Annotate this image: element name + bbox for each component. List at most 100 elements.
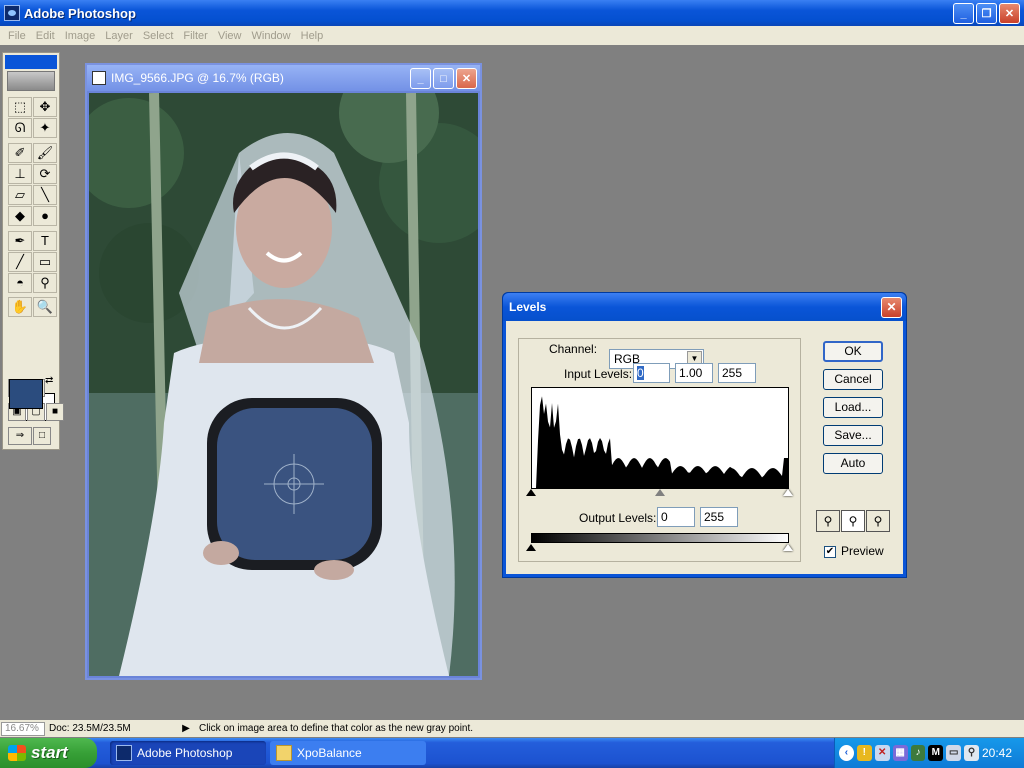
input-black-slider[interactable] xyxy=(526,489,536,496)
task-photoshop[interactable]: Adobe Photoshop xyxy=(110,741,266,765)
imageready-box-icon[interactable]: □ xyxy=(33,427,51,445)
cancel-button[interactable]: Cancel xyxy=(823,369,883,390)
input-gamma-slider[interactable] xyxy=(655,489,665,496)
preview-checkbox[interactable]: ✔ xyxy=(824,546,836,558)
close-button[interactable]: ✕ xyxy=(999,3,1020,24)
input-white-field[interactable]: 255 xyxy=(718,363,756,383)
full-screen-icon[interactable]: ■ xyxy=(46,403,64,421)
output-white-field[interactable]: 255 xyxy=(700,507,738,527)
line-tool-icon[interactable]: ╲ xyxy=(33,185,57,205)
app-tray-icon[interactable]: ♪ xyxy=(910,745,926,761)
levels-dialog: Levels ✕ Channel: RGB ▼ Input Levels: 0 … xyxy=(502,292,907,578)
app-title: Adobe Photoshop xyxy=(24,5,136,21)
document-icon xyxy=(92,71,106,85)
ok-button[interactable]: OK xyxy=(823,341,883,362)
histogram-shape xyxy=(532,396,788,488)
output-white-slider[interactable] xyxy=(783,544,793,551)
magnifier-tray-icon[interactable]: ⚲ xyxy=(964,745,979,761)
histogram-graph xyxy=(532,396,788,488)
paint-bucket-tool-icon[interactable]: ◓ xyxy=(8,273,32,293)
type-tool-icon[interactable]: T xyxy=(33,231,57,251)
black-eyedropper-icon[interactable]: ⚲ xyxy=(816,510,840,532)
magic-wand-tool-icon[interactable]: ✦ xyxy=(33,118,57,138)
doc-minimize-button[interactable]: _ xyxy=(410,68,431,89)
app-titlebar: Adobe Photoshop _ ❐ ✕ xyxy=(0,0,1024,26)
menu-edit[interactable]: Edit xyxy=(31,30,60,42)
auto-button[interactable]: Auto xyxy=(823,453,883,474)
save-button[interactable]: Save... xyxy=(823,425,883,446)
adobe-eye-logo[interactable] xyxy=(7,71,55,91)
task-xpobalance[interactable]: XpoBalance xyxy=(270,741,426,765)
levels-titlebar[interactable]: Levels xyxy=(503,293,906,321)
windows-logo-icon xyxy=(8,745,26,761)
menu-help[interactable]: Help xyxy=(296,30,329,42)
healing-brush-tool-icon[interactable]: ✐ xyxy=(8,143,32,163)
input-white-slider[interactable] xyxy=(783,489,793,496)
brush-tool-icon[interactable]: 🖌 xyxy=(33,143,57,163)
menu-window[interactable]: Window xyxy=(247,30,296,42)
system-tray: ‹ ! ✕ ▦ ♪ M ▭ ⚲ 20:42 xyxy=(834,738,1024,768)
monitor-icon[interactable]: ▭ xyxy=(946,745,962,761)
doc-close-button[interactable]: ✕ xyxy=(456,68,477,89)
image-canvas[interactable] xyxy=(89,93,478,676)
clone-stamp-tool-icon[interactable]: ⊥ xyxy=(8,164,32,184)
menu-layer[interactable]: Layer xyxy=(100,30,138,42)
input-black-value: 0 xyxy=(637,366,644,380)
network-icon[interactable]: ✕ xyxy=(874,745,890,761)
output-black-slider[interactable] xyxy=(526,544,536,551)
security-shield-icon[interactable]: ! xyxy=(856,745,872,761)
input-black-field[interactable]: 0 xyxy=(633,363,670,383)
task-photoshop-label: Adobe Photoshop xyxy=(137,746,233,760)
eyedropper-tool-icon[interactable]: ⚲ xyxy=(33,273,57,293)
menu-filter[interactable]: Filter xyxy=(178,30,212,42)
display-icon[interactable]: ▦ xyxy=(892,745,908,761)
taskbar: start Adobe Photoshop XpoBalance ‹ ! ✕ ▦… xyxy=(0,738,1024,768)
gradient-tool-icon[interactable]: ▭ xyxy=(33,252,57,272)
photoshop-task-icon xyxy=(116,745,132,761)
status-message: Click on image area to define that color… xyxy=(199,723,474,734)
folder-icon xyxy=(276,745,292,761)
levels-close-button[interactable]: ✕ xyxy=(881,297,902,318)
minimize-button[interactable]: _ xyxy=(953,3,974,24)
start-button[interactable]: start xyxy=(0,738,97,768)
start-label: start xyxy=(31,743,68,762)
swap-colors-icon[interactable]: ⇄ xyxy=(45,375,53,386)
m-tray-icon[interactable]: M xyxy=(928,745,944,761)
levels-body: Channel: RGB ▼ Input Levels: 0 1.00 255 … xyxy=(506,321,903,574)
blur-tool-icon[interactable]: ◆ xyxy=(8,206,32,226)
show-hidden-icons-icon[interactable]: ‹ xyxy=(839,745,854,761)
tool-grid-selection: ⬚ ✥ ᘏ ✦ xyxy=(8,97,57,138)
lasso-tool-icon[interactable]: ᘏ xyxy=(8,118,32,138)
zoom-tool-icon[interactable]: 🔍 xyxy=(33,297,57,317)
doc-maximize-button[interactable]: □ xyxy=(433,68,454,89)
burn-tool-icon[interactable]: ● xyxy=(33,206,57,226)
input-gamma-field[interactable]: 1.00 xyxy=(675,363,713,383)
foreground-color-swatch[interactable] xyxy=(9,379,43,409)
measure-tool-icon[interactable]: ╱ xyxy=(8,252,32,272)
doc-size[interactable]: Doc: 23.5M/23.5M xyxy=(49,723,179,734)
white-eyedropper-icon[interactable]: ⚲ xyxy=(866,510,890,532)
menu-view[interactable]: View xyxy=(213,30,247,42)
menu-file[interactable]: File xyxy=(3,30,31,42)
status-menu-arrow-icon[interactable]: ▶ xyxy=(179,723,193,734)
eraser-tool-icon[interactable]: ▱ xyxy=(8,185,32,205)
restore-button[interactable]: ❐ xyxy=(976,3,997,24)
gray-eyedropper-icon[interactable]: ⚲ xyxy=(841,510,865,532)
tool-grid-vector: ✒ T ╱ ▭ ◓ ⚲ xyxy=(8,231,57,293)
menu-image[interactable]: Image xyxy=(60,30,101,42)
hand-tool-icon[interactable]: ✋ xyxy=(8,297,32,317)
history-brush-tool-icon[interactable]: ⟳ xyxy=(33,164,57,184)
move-tool-icon[interactable]: ✥ xyxy=(33,97,57,117)
pen-tool-icon[interactable]: ✒ xyxy=(8,231,32,251)
marquee-tool-icon[interactable]: ⬚ xyxy=(8,97,32,117)
toolbox-titlebar[interactable] xyxy=(5,55,57,69)
menu-select[interactable]: Select xyxy=(138,30,179,42)
output-black-field[interactable]: 0 xyxy=(657,507,695,527)
jump-to-imageready-icon[interactable]: ⇒ xyxy=(8,427,32,445)
task-xpobalance-label: XpoBalance xyxy=(297,746,362,760)
zoom-field[interactable]: 16.67% xyxy=(1,721,45,736)
output-levels-label: Output Levels: xyxy=(579,511,657,525)
load-button[interactable]: Load... xyxy=(823,397,883,418)
levels-title: Levels xyxy=(509,300,547,314)
tool-grid-paint: ✐ 🖌 ⊥ ⟳ ▱ ╲ ◆ ● xyxy=(8,143,57,226)
